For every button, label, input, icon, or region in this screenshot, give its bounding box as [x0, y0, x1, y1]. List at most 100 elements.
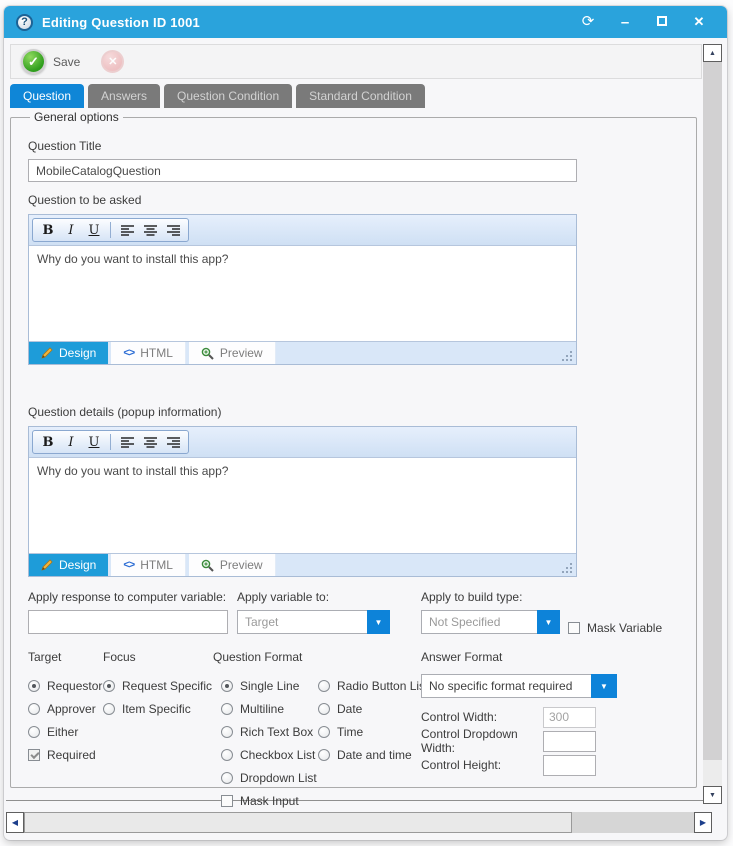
scroll-up-icon[interactable]: ▲ — [703, 44, 722, 62]
radio-icon — [221, 680, 233, 692]
editor-text-area[interactable]: Why do you want to install this app? — [29, 245, 576, 342]
refresh-icon[interactable]: ⟳ — [580, 14, 596, 30]
radio-rich-text-box[interactable]: Rich Text Box — [221, 720, 310, 743]
mask-input-checkbox[interactable]: Mask Input — [221, 789, 310, 812]
italic-button[interactable]: I — [60, 432, 82, 452]
align-center-icon[interactable] — [139, 220, 161, 240]
toolbar-separator — [110, 434, 111, 450]
align-right-icon[interactable] — [162, 220, 184, 240]
horizontal-scroll-thumb[interactable] — [24, 812, 572, 833]
answer-format-group: Answer Format No specific format require… — [421, 650, 680, 812]
close-icon[interactable]: ✕ — [691, 14, 707, 30]
radio-icon — [221, 726, 233, 738]
apply-variable-to-dropdown[interactable]: Target ▼ — [237, 610, 390, 634]
question-asked-label: Question to be asked — [28, 193, 680, 207]
vertical-scrollbar: ▲ ▼ — [703, 44, 722, 804]
question-format-group: Question Format Single Line Multiline Ri… — [213, 650, 310, 812]
maximize-icon[interactable] — [654, 15, 670, 29]
scroll-right-icon[interactable]: ▶ — [694, 812, 712, 833]
control-width-input[interactable] — [543, 707, 596, 728]
italic-button[interactable]: I — [60, 220, 82, 240]
tab-standard-condition[interactable]: Standard Condition — [296, 84, 425, 108]
vertical-scroll-thumb[interactable] — [703, 62, 722, 760]
resize-grip[interactable] — [562, 351, 572, 361]
answer-format-dropdown[interactable]: No specific format required ▼ — [421, 674, 617, 698]
scroll-down-icon[interactable]: ▼ — [703, 786, 722, 804]
design-tab[interactable]: Design — [29, 342, 108, 364]
radio-icon — [318, 726, 330, 738]
required-checkbox[interactable]: Required — [28, 743, 103, 766]
title-bar: ? Editing Question ID 1001 ⟳ – ✕ — [4, 6, 727, 38]
control-width-label: Control Width: — [421, 710, 543, 724]
radio-item-specific[interactable]: Item Specific — [103, 697, 213, 720]
html-tab[interactable]: <> HTML — [111, 554, 186, 576]
design-tab[interactable]: Design — [29, 554, 108, 576]
radio-checkbox-list[interactable]: Checkbox List — [221, 743, 310, 766]
question-format-group-2: Radio Button List Date Time Date and tim… — [310, 650, 421, 812]
computer-variable-input[interactable] — [28, 610, 228, 634]
control-height-input[interactable] — [543, 755, 596, 776]
question-title-input[interactable] — [28, 159, 577, 182]
minimize-icon[interactable]: – — [617, 14, 633, 31]
align-right-icon[interactable] — [162, 432, 184, 452]
focus-group: Focus Request Specific Item Specific — [103, 650, 213, 812]
align-left-icon[interactable] — [116, 220, 138, 240]
horizontal-scrollbar: ◀ ▶ — [6, 812, 712, 833]
radio-requestor[interactable]: Requestor — [28, 674, 103, 697]
magnifier-icon — [201, 347, 214, 360]
question-title-label: Question Title — [28, 139, 680, 153]
command-toolbar: ✓ Save ✕ — [10, 44, 702, 79]
radio-either[interactable]: Either — [28, 720, 103, 743]
radio-icon — [318, 680, 330, 692]
underline-button[interactable]: U — [83, 432, 105, 452]
help-icon[interactable]: ? — [16, 14, 33, 31]
underline-button[interactable]: U — [83, 220, 105, 240]
radio-icon — [318, 703, 330, 715]
preview-tab[interactable]: Preview — [189, 342, 276, 364]
editor-toolbar: B I U — [29, 427, 576, 457]
options-section: Target Requestor Approver Either — [28, 650, 680, 812]
question-format-header: Question Format — [213, 650, 310, 665]
tab-question[interactable]: Question — [10, 84, 84, 108]
radio-single-line[interactable]: Single Line — [221, 674, 310, 697]
save-icon[interactable]: ✓ — [21, 49, 46, 74]
radio-request-specific[interactable]: Request Specific — [103, 674, 213, 697]
resize-grip[interactable] — [562, 563, 572, 573]
radio-time[interactable]: Time — [318, 720, 421, 743]
cancel-icon[interactable]: ✕ — [101, 50, 124, 73]
radio-icon — [28, 703, 40, 715]
control-dropdown-width-input[interactable] — [543, 731, 596, 752]
radio-multiline[interactable]: Multiline — [221, 697, 310, 720]
radio-date-and-time[interactable]: Date and time — [318, 743, 421, 766]
radio-icon — [28, 726, 40, 738]
radio-icon — [103, 680, 115, 692]
preview-tab[interactable]: Preview — [189, 554, 276, 576]
dropdown-arrow-icon[interactable]: ▼ — [367, 610, 390, 634]
dropdown-arrow-icon[interactable]: ▼ — [591, 674, 617, 698]
horizontal-scroll-track[interactable] — [572, 812, 694, 833]
radio-approver[interactable]: Approver — [28, 697, 103, 720]
dropdown-arrow-icon[interactable]: ▼ — [537, 610, 560, 634]
tab-question-condition[interactable]: Question Condition — [164, 84, 292, 108]
mask-variable-checkbox[interactable]: Mask Variable — [568, 616, 662, 639]
bold-button[interactable]: B — [37, 220, 59, 240]
save-button[interactable]: Save — [53, 55, 80, 69]
build-type-dropdown[interactable]: Not Specified ▼ — [421, 610, 560, 634]
bold-button[interactable]: B — [37, 432, 59, 452]
editor-mode-tabbar: Design <> HTML Preview — [29, 554, 576, 576]
magnifier-icon — [201, 559, 214, 572]
radio-dropdown-list[interactable]: Dropdown List — [221, 766, 310, 789]
tab-answers[interactable]: Answers — [88, 84, 160, 108]
vertical-scroll-track[interactable] — [703, 760, 722, 786]
editor-text-area[interactable]: Why do you want to install this app? — [29, 457, 576, 554]
apply-variable-to-label: Apply variable to: — [237, 590, 390, 604]
control-dropdown-width-label: Control Dropdown Width: — [421, 727, 543, 755]
align-center-icon[interactable] — [139, 432, 161, 452]
scroll-left-icon[interactable]: ◀ — [6, 812, 24, 833]
html-tab[interactable]: <> HTML — [111, 342, 186, 364]
radio-radio-button-list[interactable]: Radio Button List — [318, 674, 421, 697]
align-left-icon[interactable] — [116, 432, 138, 452]
radio-date[interactable]: Date — [318, 697, 421, 720]
apply-variable-label: Apply response to computer variable: — [28, 590, 228, 604]
question-details-label: Question details (popup information) — [28, 405, 680, 419]
